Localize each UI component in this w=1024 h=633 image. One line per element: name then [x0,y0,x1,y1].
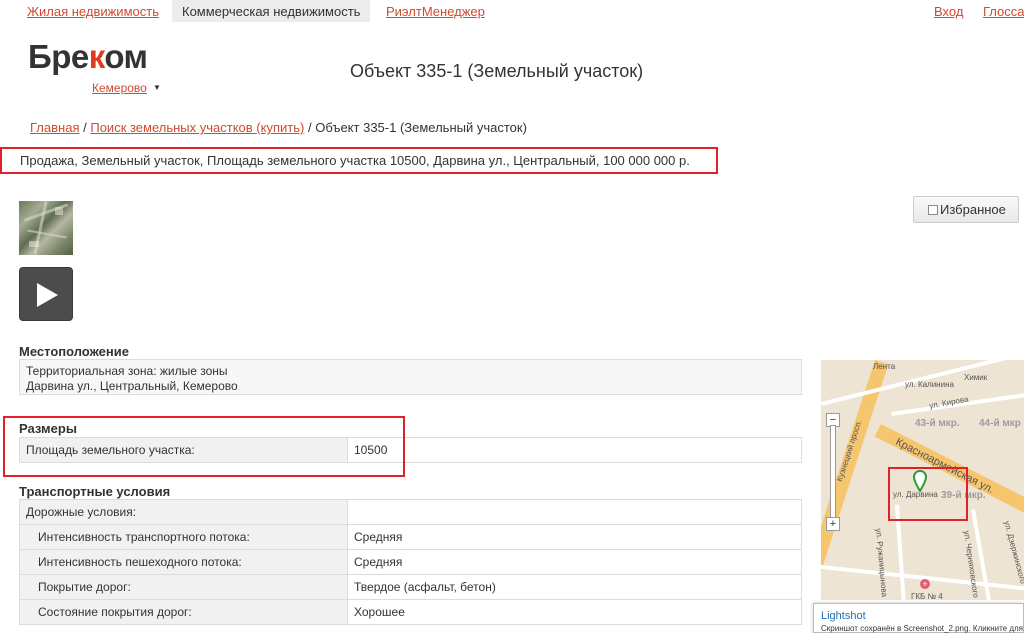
play-icon [37,283,58,307]
breadcrumb-search-link[interactable]: Поиск земельных участков (купить) [90,120,304,135]
logo-part-2: к [88,38,105,75]
road-conditions-key: Дорожные условия: [19,499,348,525]
map-label-gkb: ГКБ № 4 [911,592,943,600]
road-conditions-value [347,499,802,525]
nav-residential-link[interactable]: Жилая недвижимость [27,4,159,19]
map-label-kalinina: ул. Калинина [905,380,954,389]
table-row: Покрытие дорог: Твердое (асфальт, бетон) [19,574,802,600]
road-condition-key: Состояние покрытия дорог: [19,599,348,625]
aerial-photo-thumbnail[interactable] [19,201,73,255]
map-label-ruzhanitsynovo: ул. Ружаницынова [874,528,890,598]
road-surface-value: Твердое (асфальт, бетон) [347,574,802,600]
site-logo[interactable]: Бреком [28,38,148,76]
road-surface-key: Покрытие дорог: [19,574,348,600]
logo-part-1: Бре [28,38,89,75]
map-label-khimik: Химик [964,373,988,382]
location-heading: Местоположение [19,344,129,359]
zoom-slider[interactable] [830,425,836,521]
map-label-kirova: ул. Кирова [928,394,970,411]
breadcrumb-separator: / [307,120,312,135]
pedestrian-intensity-value: Средняя [347,549,802,575]
caret-down-icon[interactable]: ▼ [153,83,161,92]
map-label-mkr43: 43-й мкр. [915,418,960,429]
video-play-button[interactable] [19,267,73,321]
listing-summary: Продажа, Земельный участок, Площадь земе… [0,147,718,174]
zoom-in-icon[interactable]: + [826,517,840,531]
location-zone: Территориальная зона: жилые зоны [26,364,228,378]
lightshot-notification[interactable]: Lightshot Скриншот сохранён в Screenshot… [813,603,1024,633]
lightshot-title: Lightshot [821,610,866,622]
road-condition-value: Хорошее [347,599,802,625]
location-map[interactable]: Лента Химик ул. Калинина ул. Кирова 43-й… [821,360,1024,600]
favorite-button[interactable]: Избранное [913,196,1019,223]
breadcrumb-home-link[interactable]: Главная [30,120,79,135]
location-box: Территориальная зона: жилые зоны Дарвина… [19,359,802,395]
nav-realtmanager-link[interactable]: РиэлтМенеджер [386,4,485,19]
location-address: Дарвина ул., Центральный, Кемерово [26,379,238,393]
hospital-icon: + [920,579,930,589]
highlight-frame [3,416,405,477]
map-label-mkr44: 44-й мкр [979,418,1021,429]
lightshot-message: Скриншот сохранён в Screenshot_2.png. Кл… [821,624,1023,633]
map-label-dzerzhinsky: ул. Дзержинского [1002,520,1024,585]
city-selector[interactable]: Кемерово [92,81,147,95]
breadcrumb-separator: / [83,120,87,135]
table-row: Состояние покрытия дорог: Хорошее [19,599,802,625]
favorite-checkbox-icon [928,205,938,215]
favorite-label: Избранное [940,202,1006,217]
page-title: Объект 335-1 (Земельный участок) [350,61,644,81]
map-highlight-frame [888,467,968,521]
breadcrumb-current: Объект 335-1 (Земельный участок) [315,120,527,135]
breadcrumb: Главная / Поиск земельных участков (купи… [30,120,527,135]
table-row: Интенсивность транспортного потока: Сред… [19,524,802,550]
map-zoom-control[interactable]: − + [826,413,840,531]
pedestrian-intensity-key: Интенсивность пешеходного потока: [19,549,348,575]
transport-table: Дорожные условия: Интенсивность транспор… [19,499,802,625]
traffic-intensity-key: Интенсивность транспортного потока: [19,524,348,550]
land-area-value: 10500 [347,437,802,463]
transport-heading: Транспортные условия [19,484,171,499]
top-navigation: Жилая недвижимость Коммерческая недвижим… [0,0,1024,22]
login-link[interactable]: Вход [934,4,963,19]
map-label-lenta: Лента [873,362,896,371]
nav-commercial-tab[interactable]: Коммерческая недвижимость [172,0,371,22]
logo-part-3: ом [104,38,148,75]
traffic-intensity-value: Средняя [347,524,802,550]
glossary-link[interactable]: Глоссар [983,4,1024,19]
table-row: Интенсивность пешеходного потока: Средня… [19,549,802,575]
table-row: Дорожные условия: [19,499,802,525]
